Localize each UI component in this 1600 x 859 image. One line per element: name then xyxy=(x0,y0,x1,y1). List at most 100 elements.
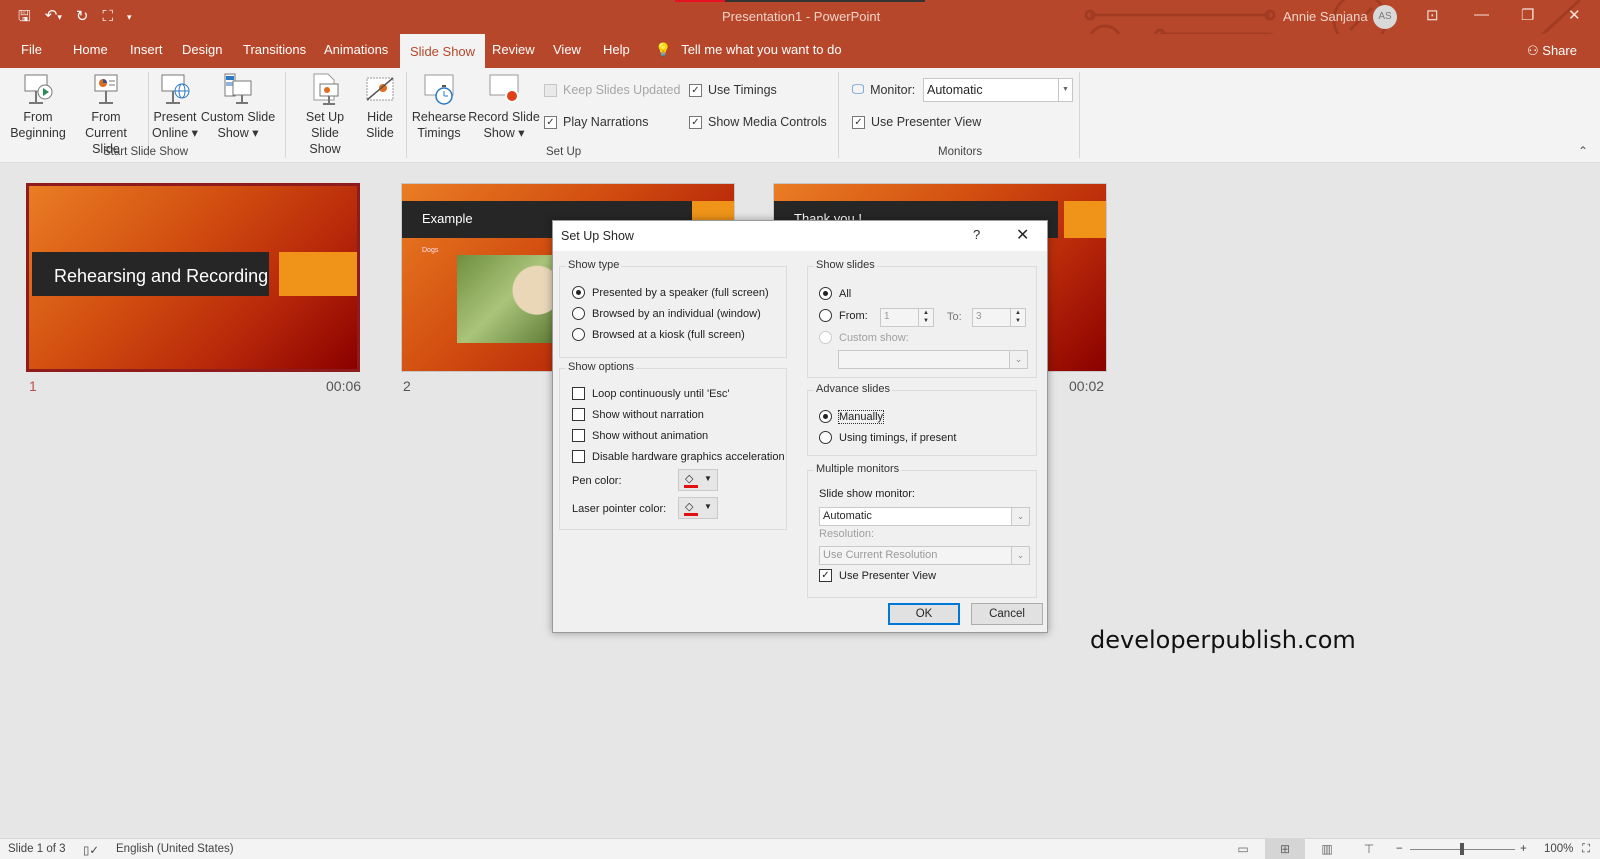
save-icon[interactable]: 🖫 xyxy=(18,8,31,26)
radio-presented-by-speaker[interactable]: Presented by a speaker (full screen) xyxy=(572,286,769,299)
restore-icon[interactable]: ❐ xyxy=(1521,6,1534,24)
hide-slide-button[interactable]: Hide Slide xyxy=(360,72,400,141)
tab-design[interactable]: Design xyxy=(182,42,222,57)
orange-block xyxy=(1064,201,1106,238)
check-icon: ✓ xyxy=(689,115,702,129)
tab-view[interactable]: View xyxy=(553,42,581,57)
show-media-controls-checkbox[interactable]: ✓ Show Media Controls xyxy=(689,115,827,129)
pen-color-picker[interactable]: ◇ ▼ xyxy=(678,469,718,491)
monitor-select[interactable]: Automatic ▼ xyxy=(923,78,1073,102)
multiple-monitors-group: Multiple monitors Slide show monitor: Au… xyxy=(807,463,1037,598)
help-button[interactable]: ? xyxy=(973,227,980,242)
ribbon-display-options-icon[interactable]: ⊡ xyxy=(1426,6,1439,24)
show-options-legend: Show options xyxy=(566,361,637,373)
user-name[interactable]: Annie Sanjana xyxy=(1283,9,1368,24)
group-label-set-up: Set Up xyxy=(546,146,582,158)
laser-pointer-color-picker[interactable]: ◇ ▼ xyxy=(678,497,718,519)
slide-body-text: Dogs xyxy=(422,247,439,254)
spelling-check-icon[interactable]: ▯✓ xyxy=(83,843,99,857)
spinner-arrows-icon[interactable]: ▲ ▼ xyxy=(1010,309,1025,326)
check-icon: ✓ xyxy=(852,115,865,129)
play-narrations-checkbox[interactable]: ✓ Play Narrations xyxy=(544,115,648,129)
tab-file[interactable]: File xyxy=(21,42,42,57)
set-up-slide-show-button[interactable]: Set Up Slide Show xyxy=(294,72,356,157)
tab-review[interactable]: Review xyxy=(492,42,535,57)
group-label-start-slide-show: Start Slide Show xyxy=(103,146,189,158)
tab-slide-show[interactable]: Slide Show xyxy=(400,34,486,68)
group-label-monitors: Monitors xyxy=(938,146,983,158)
radio-icon xyxy=(572,286,585,299)
from-current-slide-button[interactable]: From Current Slide xyxy=(70,72,142,157)
use-presenter-view-checkbox[interactable]: ✓ Use Presenter View xyxy=(852,115,981,129)
radio-browsed-at-kiosk[interactable]: Browsed at a kiosk (full screen) xyxy=(572,328,745,341)
undo-icon[interactable]: ↶▾ xyxy=(45,7,62,26)
checkbox-without-narration[interactable]: Show without narration xyxy=(572,408,704,421)
chevron-down-icon: ⌄ xyxy=(1011,547,1029,564)
spinner-arrows-icon[interactable]: ▲ ▼ xyxy=(918,309,933,326)
radio-browsed-by-individual[interactable]: Browsed by an individual (window) xyxy=(572,307,761,320)
projector-chart-icon xyxy=(89,72,123,106)
ok-button[interactable]: OK xyxy=(888,603,960,625)
reading-view-button[interactable]: ▥ xyxy=(1307,839,1347,859)
pen-color-label: Pen color: xyxy=(572,475,622,487)
checkbox-loop-continuously[interactable]: Loop continuously until 'Esc' xyxy=(572,387,730,400)
slide-thumbnail-1[interactable]: Rehearsing and Recording xyxy=(26,183,360,372)
fit-to-window-icon[interactable]: ⛶ xyxy=(1582,843,1590,856)
present-online-button[interactable]: Present Online ▾ xyxy=(152,72,198,141)
person-add-icon: ⚇ xyxy=(1527,43,1543,58)
zoom-slider-thumb[interactable] xyxy=(1460,843,1464,855)
slide-count: Slide 1 of 3 xyxy=(8,843,66,855)
share-button[interactable]: ⚇ Share xyxy=(1527,43,1577,59)
slide-show-monitor-select[interactable]: Automatic ⌄ xyxy=(819,507,1030,526)
record-slide-show-button[interactable]: Record Slide Show ▾ xyxy=(468,72,540,141)
radio-all-slides[interactable]: All xyxy=(819,287,851,300)
redo-icon[interactable]: ↻ xyxy=(76,8,89,26)
radio-icon xyxy=(572,307,585,320)
from-spinner[interactable]: 1 ▲ ▼ xyxy=(880,308,934,327)
pen-color-swatch xyxy=(684,485,698,488)
rehearse-timings-button[interactable]: Rehearse Timings xyxy=(410,72,468,141)
tab-help[interactable]: Help xyxy=(603,42,630,57)
slide-sorter-view-button[interactable]: ⊞ xyxy=(1265,839,1305,859)
checkbox-use-presenter-view[interactable]: ✓ Use Presenter View xyxy=(819,569,936,582)
from-beginning-icon[interactable]: ⛶ xyxy=(102,8,113,26)
stopwatch-icon xyxy=(422,72,456,106)
minimize-icon[interactable]: — xyxy=(1474,6,1489,23)
tell-me-search[interactable]: 💡 Tell me what you want to do xyxy=(655,42,842,58)
status-bar: Slide 1 of 3 ▯✓ English (United States) … xyxy=(0,838,1600,859)
checkbox-disable-hw-acceleration[interactable]: Disable hardware graphics acceleration xyxy=(572,450,785,463)
custom-slide-show-button[interactable]: Custom Slide Show ▾ xyxy=(200,72,276,141)
radio-icon xyxy=(819,309,832,322)
close-icon[interactable]: ✕ xyxy=(1568,6,1581,24)
checkbox-without-animation[interactable]: Show without animation xyxy=(572,429,708,442)
customize-qat-icon[interactable]: ▾ xyxy=(127,8,132,26)
normal-view-button[interactable]: ▭ xyxy=(1223,839,1263,859)
tab-animations[interactable]: Animations xyxy=(324,42,388,57)
custom-show-icon xyxy=(221,72,255,106)
close-button[interactable]: ✕ xyxy=(1016,225,1029,245)
zoom-out-button[interactable]: − xyxy=(1396,843,1403,855)
avatar[interactable]: AS xyxy=(1373,5,1397,29)
radio-manually[interactable]: Manually xyxy=(819,409,885,424)
slide-show-view-button[interactable]: ⊤ xyxy=(1349,839,1389,859)
dog-image xyxy=(457,255,557,343)
tab-transitions[interactable]: Transitions xyxy=(243,42,306,57)
zoom-in-button[interactable]: + xyxy=(1520,843,1527,855)
title-bar: 🖫 ↶▾ ↻ ⛶ ▾ Presentation1 - PowerPoint An… xyxy=(0,0,1600,64)
radio-using-timings[interactable]: Using timings, if present xyxy=(819,431,956,444)
checkbox-box xyxy=(572,429,585,442)
language-indicator[interactable]: English (United States) xyxy=(116,843,234,855)
to-spinner[interactable]: 3 ▲ ▼ xyxy=(972,308,1026,327)
radio-from-slides[interactable]: From: xyxy=(819,309,868,322)
from-beginning-button[interactable]: From Beginning xyxy=(8,72,68,141)
check-icon: ✓ xyxy=(544,115,557,129)
to-label: To: xyxy=(947,311,962,323)
ribbon-separator xyxy=(406,72,407,158)
tab-insert[interactable]: Insert xyxy=(130,42,163,57)
use-timings-checkbox[interactable]: ✓ Use Timings xyxy=(689,83,777,97)
paint-bucket-icon: ◇ xyxy=(685,501,694,513)
cancel-button[interactable]: Cancel xyxy=(971,603,1043,625)
collapse-ribbon-icon[interactable]: ⌃ xyxy=(1578,144,1588,158)
zoom-level[interactable]: 100% xyxy=(1544,843,1573,855)
tab-home[interactable]: Home xyxy=(73,42,108,57)
